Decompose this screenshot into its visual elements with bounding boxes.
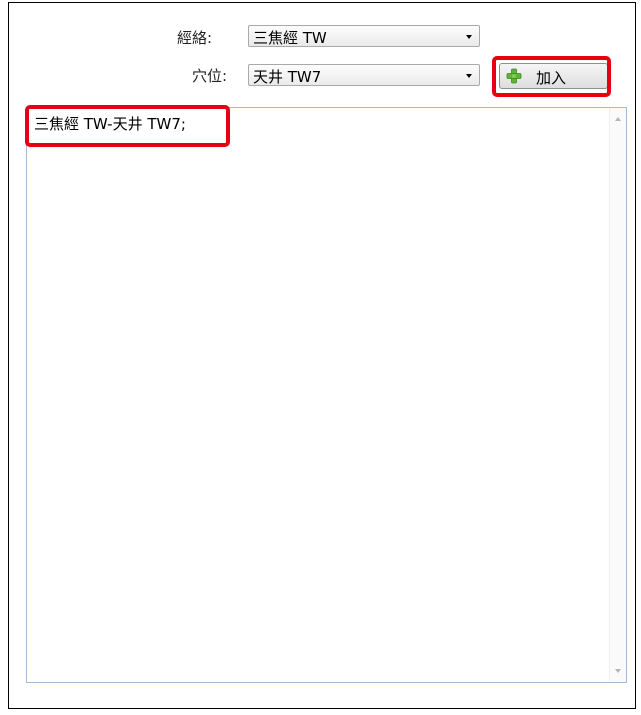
meridian-label: 經絡: (177, 29, 213, 47)
add-button-label: 加入 (536, 69, 567, 87)
selected-points-textarea[interactable]: 三焦經 TW-天井 TW7; (26, 107, 627, 683)
meridian-selected-value: 三焦經 TW (253, 29, 327, 47)
meridian-select[interactable]: 三焦經 TW (248, 25, 480, 47)
chevron-down-icon[interactable] (466, 35, 472, 39)
textarea-content: 三焦經 TW-天井 TW7; (34, 115, 186, 133)
scroll-up-icon[interactable] (615, 117, 621, 121)
vertical-scrollbar[interactable] (609, 108, 626, 682)
scroll-down-icon[interactable] (615, 669, 621, 673)
chevron-down-icon[interactable] (466, 74, 472, 78)
acupoint-label: 穴位: (192, 67, 228, 85)
acupoint-selected-value: 天井 TW7 (253, 68, 322, 86)
plus-icon (506, 68, 522, 84)
add-button[interactable]: 加入 (499, 63, 608, 89)
acupoint-select[interactable]: 天井 TW7 (248, 64, 480, 86)
